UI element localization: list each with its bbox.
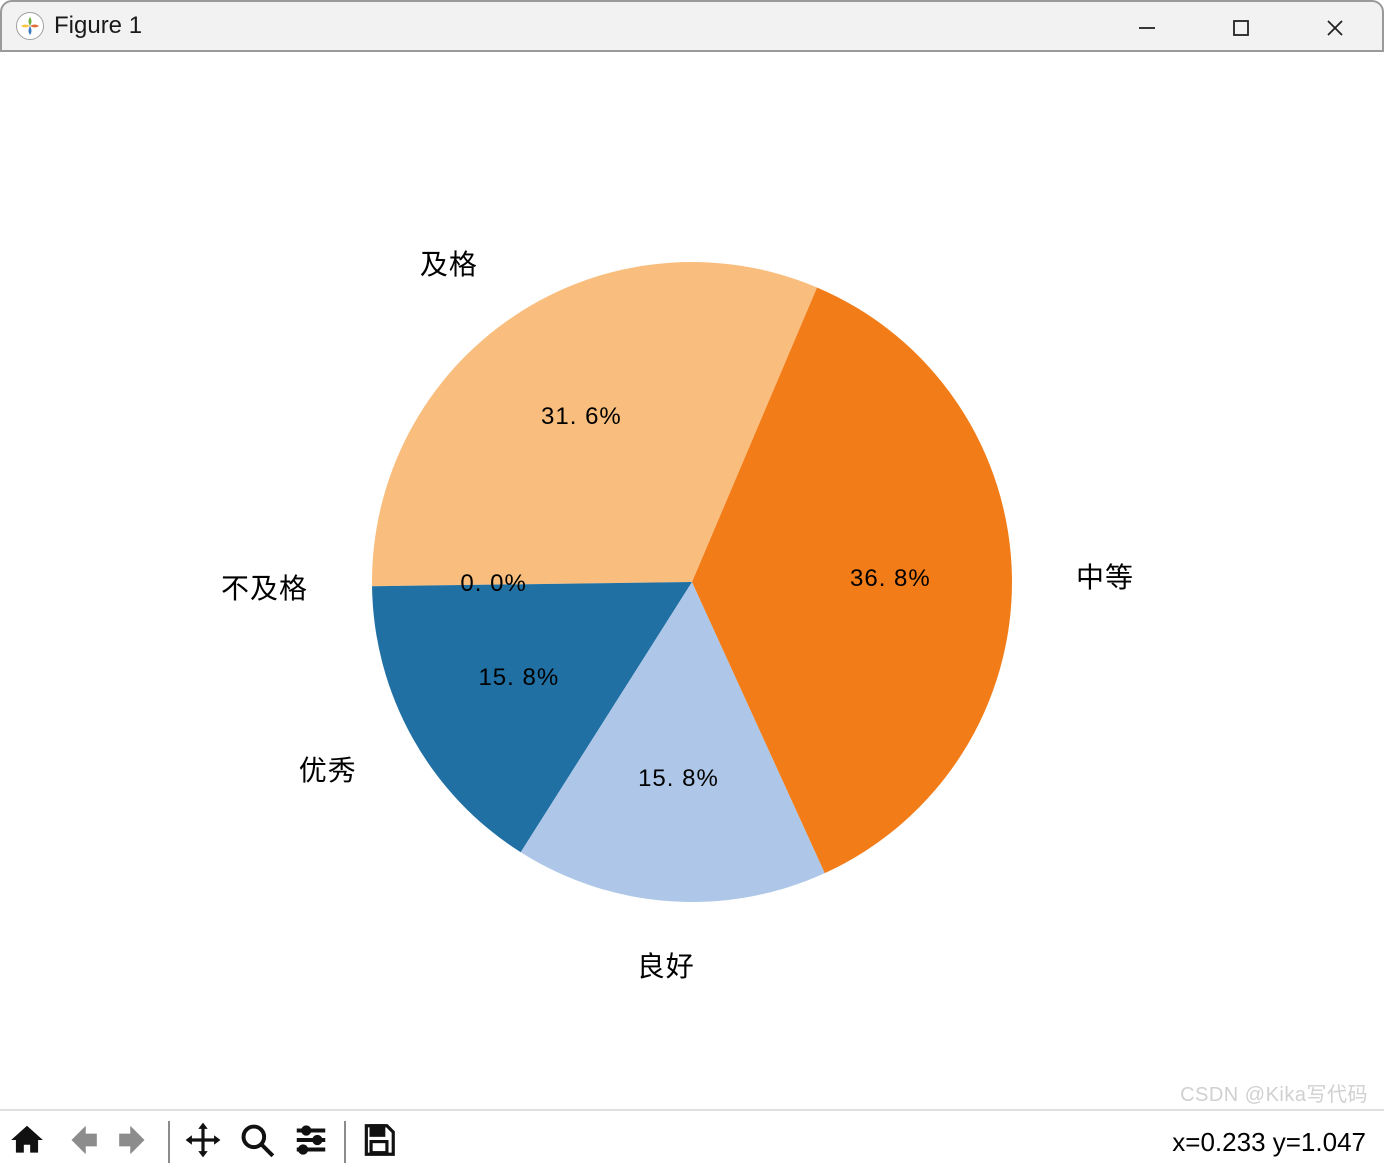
back-button[interactable] <box>54 1112 108 1172</box>
pie-category-label: 良好 <box>637 945 695 985</box>
magnifier-icon <box>238 1121 276 1164</box>
save-icon <box>360 1121 398 1164</box>
pie-category-label: 及格 <box>420 243 478 283</box>
minimize-button[interactable] <box>1100 2 1194 54</box>
cursor-coordinates: x=0.233 y=1.047 <box>1172 1127 1366 1158</box>
pie-percentage: 36. 8% <box>850 565 931 593</box>
pie-percentage: 0. 0% <box>460 570 526 598</box>
title-bar: Figure 1 <box>0 0 1384 52</box>
app-icon <box>16 12 44 40</box>
pie-category-label: 优秀 <box>299 749 357 789</box>
pie-percentage: 15. 8% <box>638 765 719 793</box>
nav-toolbar: x=0.233 y=1.047 <box>0 1109 1384 1173</box>
arrow-left-icon <box>62 1121 100 1164</box>
arrow-right-icon <box>116 1121 154 1164</box>
save-button[interactable] <box>352 1112 406 1172</box>
zoom-button[interactable] <box>230 1112 284 1172</box>
pie-category-label: 不及格 <box>221 567 308 607</box>
window-controls <box>1100 2 1382 54</box>
home-button[interactable] <box>0 1112 54 1172</box>
sliders-icon <box>292 1121 330 1164</box>
close-button[interactable] <box>1288 2 1382 54</box>
maximize-button[interactable] <box>1194 2 1288 54</box>
move-icon <box>184 1121 222 1164</box>
figure-canvas[interactable]: 31. 6% 及格 0. 0% 不及格 15. 8% 优秀 15. 8% 良好 36. 8% 中等 <box>2 52 1382 1111</box>
toolbar-separator <box>344 1121 346 1163</box>
pie-category-label: 中等 <box>1076 556 1134 596</box>
pie-percentage: 15. 8% <box>478 664 559 692</box>
forward-button[interactable] <box>108 1112 162 1172</box>
toolbar-separator <box>168 1121 170 1163</box>
configure-button[interactable] <box>284 1112 338 1172</box>
home-icon <box>8 1121 46 1164</box>
window-title: Figure 1 <box>54 12 142 40</box>
pie-chart: 31. 6%及格0. 0%不及格15. 8%优秀15. 8%良好36. 8%中等 <box>372 262 1012 902</box>
pan-button[interactable] <box>176 1112 230 1172</box>
pie-percentage: 31. 6% <box>541 403 622 431</box>
